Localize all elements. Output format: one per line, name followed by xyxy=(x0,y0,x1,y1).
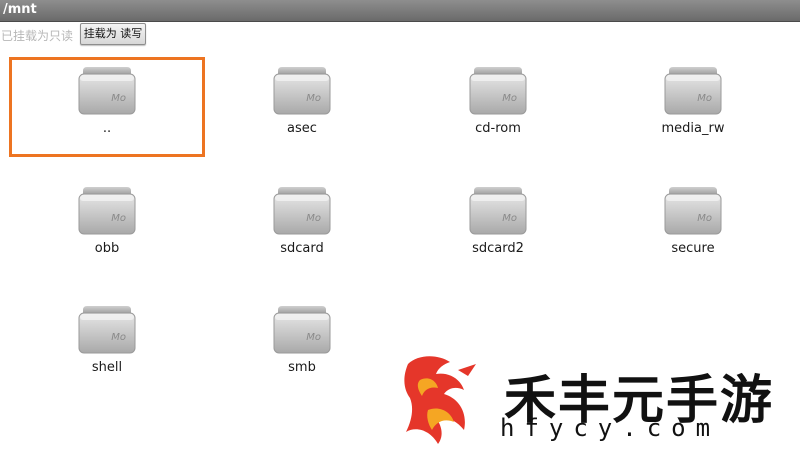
folder-obb[interactable]: Mo obb xyxy=(9,177,205,277)
folder-icon: Mo xyxy=(78,185,136,235)
toolbar: 已挂载为只读 挂载为 读写 xyxy=(0,22,800,48)
folder-badge: Mo xyxy=(697,213,712,224)
folder-media-rw[interactable]: Mo media_rw xyxy=(595,57,791,157)
folder-shell[interactable]: Mo shell xyxy=(9,296,205,396)
folder-badge: Mo xyxy=(306,213,321,224)
folder-name: sdcard xyxy=(280,241,324,256)
watermark-url: hfycy.com xyxy=(500,414,721,442)
folder-parent-directory[interactable]: Mo .. xyxy=(9,57,205,157)
title-bar: /mnt xyxy=(0,0,800,22)
folder-icon: Mo xyxy=(469,65,527,115)
folder-name: cd-rom xyxy=(475,121,521,136)
folder-icon: Mo xyxy=(273,185,331,235)
folder-name: obb xyxy=(94,241,120,256)
watermark: 禾丰元手游 hfycy.com xyxy=(404,356,772,444)
mount-read-write-button[interactable]: 挂载为 读写 xyxy=(80,23,146,45)
folder-icon: Mo xyxy=(78,65,136,115)
mount-status-label: 已挂载为只读 xyxy=(1,29,74,43)
folder-name: smb xyxy=(288,360,316,375)
folder-asec[interactable]: Mo asec xyxy=(204,57,400,157)
folder-icon: Mo xyxy=(664,65,722,115)
folder-icon: Mo xyxy=(273,304,331,354)
folder-badge: Mo xyxy=(502,93,517,104)
folder-icon: Mo xyxy=(469,185,527,235)
folder-badge: Mo xyxy=(502,213,517,224)
folder-badge: Mo xyxy=(111,213,126,224)
folder-icon: Mo xyxy=(664,185,722,235)
folder-name: .. xyxy=(102,121,112,136)
folder-icon: Mo xyxy=(273,65,331,115)
folder-badge: Mo xyxy=(306,332,321,343)
folder-secure[interactable]: Mo secure xyxy=(595,177,791,277)
folder-icon: Mo xyxy=(78,304,136,354)
folder-name: shell xyxy=(91,360,123,375)
current-path: /mnt xyxy=(3,2,37,17)
folder-sdcard[interactable]: Mo sdcard xyxy=(204,177,400,277)
folder-name: secure xyxy=(671,241,715,256)
folder-name: media_rw xyxy=(661,121,725,136)
folder-sdcard2[interactable]: Mo sdcard2 xyxy=(400,177,596,277)
folder-name: asec xyxy=(287,121,317,136)
folder-cd-rom[interactable]: Mo cd-rom xyxy=(400,57,596,157)
folder-badge: Mo xyxy=(111,332,126,343)
folder-name: sdcard2 xyxy=(472,241,524,256)
folder-smb[interactable]: Mo smb xyxy=(204,296,400,396)
folder-badge: Mo xyxy=(697,93,712,104)
folder-badge: Mo xyxy=(306,93,321,104)
folder-badge: Mo xyxy=(111,93,126,104)
